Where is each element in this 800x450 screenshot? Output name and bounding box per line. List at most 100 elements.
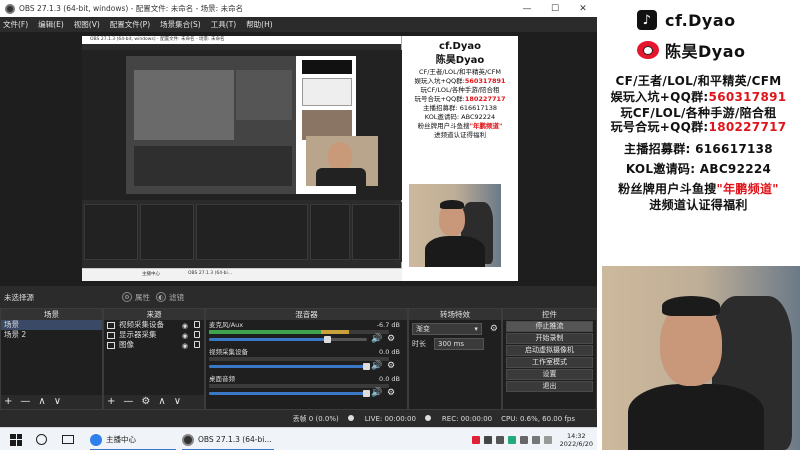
- preview-canvas[interactable]: OBS 27.1.3 (64-bit, windows) - 配置文件: 未命名…: [82, 36, 518, 281]
- channel-name: 桌面音频: [209, 375, 235, 383]
- title-bar[interactable]: OBS 27.1.3 (64-bit, windows) - 配置文件: 未命名…: [0, 0, 597, 17]
- source-label: 显示器采集: [119, 330, 157, 339]
- remove-scene-button[interactable]: —: [20, 395, 30, 409]
- network-icon[interactable]: [519, 435, 528, 444]
- anchor-center-icon: [90, 433, 102, 446]
- volume-slider[interactable]: [209, 336, 367, 343]
- move-down-button[interactable]: ∨: [174, 395, 181, 409]
- tray-app-icon[interactable]: [483, 435, 492, 444]
- gear-icon[interactable]: ⚙: [490, 324, 498, 334]
- settings-button[interactable]: 设置: [506, 369, 593, 380]
- lock-icon[interactable]: [194, 321, 200, 328]
- search-circle-icon: [36, 434, 47, 445]
- scenes-title: 场景: [1, 309, 102, 320]
- promo-brand2: 陈昊Dyao: [435, 55, 485, 66]
- menu-scene-collection[interactable]: 场景集合(S): [160, 19, 201, 30]
- live-time: LIVE: 00:00:00: [364, 415, 416, 423]
- gear-icon[interactable]: ⚙: [387, 361, 395, 371]
- transition-select[interactable]: 渐变: [412, 323, 482, 335]
- sources-title: 来源: [104, 309, 204, 320]
- filters-button[interactable]: ◐ 滤镜: [156, 292, 184, 303]
- menu-file[interactable]: 文件(F): [3, 19, 28, 30]
- volume-slider[interactable]: [209, 363, 370, 370]
- preview-area[interactable]: OBS 27.1.3 (64-bit, windows) - 配置文件: 未命名…: [0, 32, 597, 286]
- source-item[interactable]: 图像 ◉: [104, 340, 204, 350]
- gear-icon[interactable]: ⚙: [387, 334, 395, 344]
- visibility-eye-icon[interactable]: ◉: [182, 341, 188, 351]
- studio-mode-button[interactable]: 工作室模式: [506, 357, 593, 368]
- slider-fill: [209, 365, 367, 368]
- source-item[interactable]: 视频采集设备 ◉: [104, 320, 204, 330]
- speaker-icon[interactable]: 🔊: [371, 388, 382, 398]
- properties-button[interactable]: ⚙ 属性: [122, 292, 150, 303]
- maximize-button[interactable]: ☐: [541, 0, 569, 17]
- start-button[interactable]: [10, 428, 22, 450]
- volume-meter: [209, 330, 389, 334]
- promo-line8: 进频道认证得福利: [434, 131, 486, 139]
- speaker-icon[interactable]: 🔊: [371, 361, 382, 371]
- clock-time: 14:32: [566, 431, 586, 440]
- clock[interactable]: 14:32 2022/6/20: [560, 432, 593, 448]
- scene-item[interactable]: 场景: [1, 320, 102, 330]
- lock-icon[interactable]: [194, 331, 200, 338]
- slider-knob[interactable]: [363, 363, 370, 370]
- stop-streaming-button[interactable]: 停止推流: [506, 321, 593, 332]
- remove-source-button[interactable]: —: [123, 395, 133, 409]
- source-item[interactable]: 显示器采集 ◉: [104, 330, 204, 340]
- source-settings-gear-icon[interactable]: ⚙: [141, 395, 150, 409]
- slider-knob[interactable]: [323, 336, 331, 343]
- menu-tools[interactable]: 工具(T): [211, 19, 236, 30]
- speaker-icon[interactable]: 🔊: [371, 334, 382, 344]
- taskbar-app-anchor-center[interactable]: 主播中心: [90, 428, 176, 450]
- move-up-button[interactable]: ∧: [38, 395, 45, 409]
- monitor-icon: [107, 331, 115, 339]
- exit-button[interactable]: 退出: [506, 381, 593, 392]
- move-up-button[interactable]: ∧: [158, 395, 165, 409]
- input-method-icon[interactable]: [543, 435, 552, 444]
- search-button[interactable]: [36, 428, 47, 450]
- nested-block: [236, 70, 292, 120]
- move-down-button[interactable]: ∨: [54, 395, 61, 409]
- live-status: LIVE: 00:00:00: [347, 415, 416, 423]
- start-recording-button[interactable]: 开始录制: [506, 333, 593, 344]
- scene-item[interactable]: 场景 2: [1, 330, 102, 340]
- volume-icon[interactable]: [531, 435, 540, 444]
- promo-line4-text: 玩号合玩+QQ群:: [414, 95, 465, 103]
- menu-edit[interactable]: 编辑(E): [38, 19, 64, 30]
- tray-app-icon[interactable]: [507, 435, 516, 444]
- virtual-camera-button[interactable]: 启动虚拟摄像机: [506, 345, 593, 356]
- menu-view[interactable]: 视图(V): [74, 19, 100, 30]
- close-button[interactable]: ✕: [569, 0, 597, 17]
- overlay-line4-num: 180227717: [708, 120, 787, 134]
- camera-icon: [107, 321, 115, 329]
- tray-app-icon[interactable]: [471, 435, 480, 444]
- gear-icon[interactable]: ⚙: [387, 388, 395, 398]
- minimize-button[interactable]: —: [513, 0, 541, 17]
- taskbar-app-label: 主播中心: [106, 435, 136, 444]
- menu-help[interactable]: 帮助(H): [246, 19, 273, 30]
- nested-title: OBS 27.1.3 (64-bit, windows) - 配置文件: 未命名…: [82, 36, 401, 44]
- taskbar-app-obs[interactable]: OBS 27.1.3 (64-bi...: [182, 428, 274, 450]
- nested-block: [302, 78, 352, 106]
- slider-knob[interactable]: [363, 390, 370, 397]
- obs-window: OBS 27.1.3 (64-bit, windows) - 配置文件: 未命名…: [0, 0, 597, 450]
- overlay-line5: 主播招募群: 616617138: [624, 142, 773, 156]
- no-source-label: 未选择源: [4, 292, 34, 302]
- menu-profile[interactable]: 配置文件(P): [110, 19, 150, 30]
- clock-date: 2022/6/20: [559, 439, 593, 448]
- task-view-button[interactable]: [62, 428, 74, 450]
- nested-block: [302, 60, 352, 74]
- nested-dock: [352, 204, 400, 260]
- add-scene-button[interactable]: +: [4, 395, 12, 409]
- add-source-button[interactable]: +: [107, 395, 115, 409]
- volume-meter: [209, 384, 389, 388]
- obs-logo-icon: [5, 3, 15, 14]
- duration-input[interactable]: 300 ms: [434, 338, 484, 350]
- volume-meter: [209, 357, 389, 361]
- tray-app-icon[interactable]: [495, 435, 504, 444]
- person-body: [425, 236, 485, 267]
- system-tray: 14:32 2022/6/20: [468, 428, 593, 450]
- promo-line6: KOL邀请码: ABC92224: [424, 113, 496, 121]
- lock-icon[interactable]: [194, 341, 200, 348]
- volume-slider[interactable]: [209, 390, 370, 397]
